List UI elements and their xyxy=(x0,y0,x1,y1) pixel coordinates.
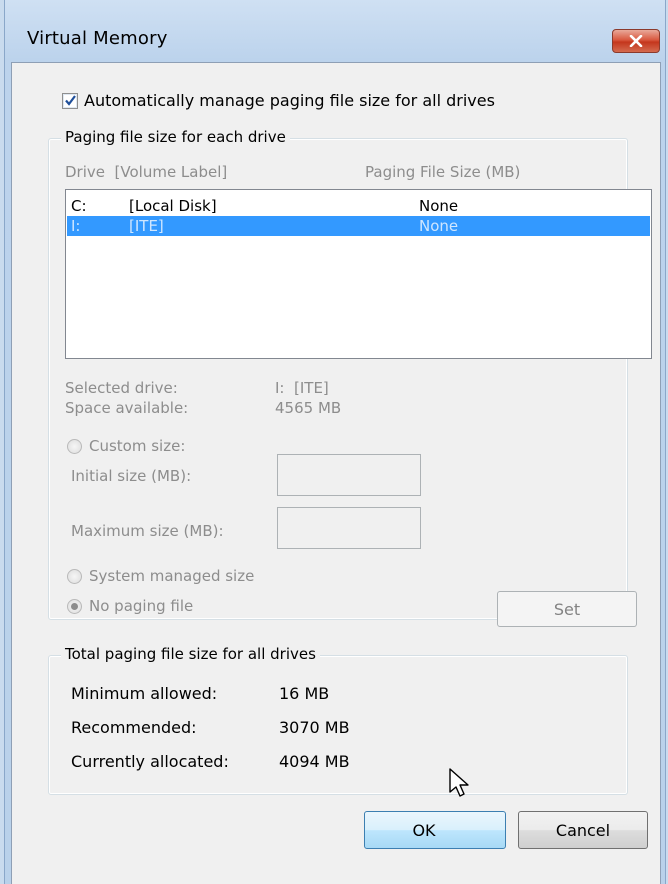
ok-button[interactable]: OK xyxy=(364,811,506,849)
drive-paging-size: None xyxy=(419,197,459,215)
set-button[interactable]: Set xyxy=(497,591,637,627)
no-paging-file-radio[interactable]: No paging file xyxy=(67,597,193,615)
initial-size-label: Initial size (MB): xyxy=(71,467,192,485)
auto-manage-row[interactable]: Automatically manage paging file size fo… xyxy=(62,91,495,110)
system-managed-radio[interactable]: System managed size xyxy=(67,567,254,585)
currently-allocated-value: 4094 MB xyxy=(279,752,350,771)
drive-row-i[interactable]: I: [ITE] None xyxy=(67,216,650,236)
minimum-allowed-value: 16 MB xyxy=(279,684,330,703)
total-paging-group: Total paging file size for all drives Mi… xyxy=(48,645,628,795)
custom-size-label: Custom size: xyxy=(89,437,186,455)
cancel-button[interactable]: Cancel xyxy=(518,811,648,849)
space-available-label: Space available: xyxy=(65,399,189,417)
checkmark-icon xyxy=(65,94,76,106)
radio-circle xyxy=(67,438,82,454)
dialog-body: Automatically manage paging file size fo… xyxy=(11,62,661,884)
mouse-pointer-icon xyxy=(449,768,469,797)
no-paging-file-label: No paging file xyxy=(89,597,194,615)
close-button[interactable] xyxy=(612,29,660,53)
total-group-legend: Total paging file size for all drives xyxy=(61,645,320,663)
window-title: Virtual Memory xyxy=(27,28,168,49)
recommended-label: Recommended: xyxy=(71,718,197,737)
auto-manage-label: Automatically manage paging file size fo… xyxy=(84,91,495,110)
custom-size-radio[interactable]: Custom size: xyxy=(67,437,185,455)
close-x-icon xyxy=(629,35,643,47)
drive-letter: I: xyxy=(71,217,81,235)
drive-paging-size: None xyxy=(419,217,459,235)
currently-allocated-label: Currently allocated: xyxy=(71,752,229,771)
drive-listbox[interactable]: C: [Local Disk] None I: [ITE] None xyxy=(65,189,652,359)
column-header-size: Paging File Size (MB) xyxy=(365,163,521,181)
ok-button-label: OK xyxy=(412,820,436,840)
paging-file-group: Paging file size for each drive Drive [V… xyxy=(48,128,652,627)
column-header-drive: Drive [Volume Label] xyxy=(65,163,228,181)
recommended-value: 3070 MB xyxy=(279,718,350,737)
drive-volume-label: [ITE] xyxy=(129,217,164,235)
radio-circle xyxy=(67,568,82,584)
radio-circle-checked xyxy=(67,598,82,614)
maximum-size-label: Maximum size (MB): xyxy=(71,522,224,540)
selected-drive-label: Selected drive: xyxy=(65,379,178,397)
minimum-allowed-label: Minimum allowed: xyxy=(71,684,218,703)
cancel-button-label: Cancel xyxy=(555,820,611,840)
virtual-memory-window: Virtual Memory Automatically manage pagi… xyxy=(4,0,666,884)
set-button-label: Set xyxy=(553,599,581,619)
initial-size-input[interactable] xyxy=(277,454,421,496)
title-bar: Virtual Memory xyxy=(5,0,665,56)
drive-row-c[interactable]: C: [Local Disk] None xyxy=(67,196,650,216)
drive-letter: C: xyxy=(71,197,87,215)
paging-group-legend: Paging file size for each drive xyxy=(61,128,290,146)
maximum-size-input[interactable] xyxy=(277,507,421,549)
system-managed-label: System managed size xyxy=(89,567,255,585)
selected-drive-value: I: [ITE] xyxy=(275,379,329,397)
auto-manage-checkbox[interactable] xyxy=(62,92,78,109)
space-available-value: 4565 MB xyxy=(275,399,342,417)
drive-volume-label: [Local Disk] xyxy=(129,197,217,215)
